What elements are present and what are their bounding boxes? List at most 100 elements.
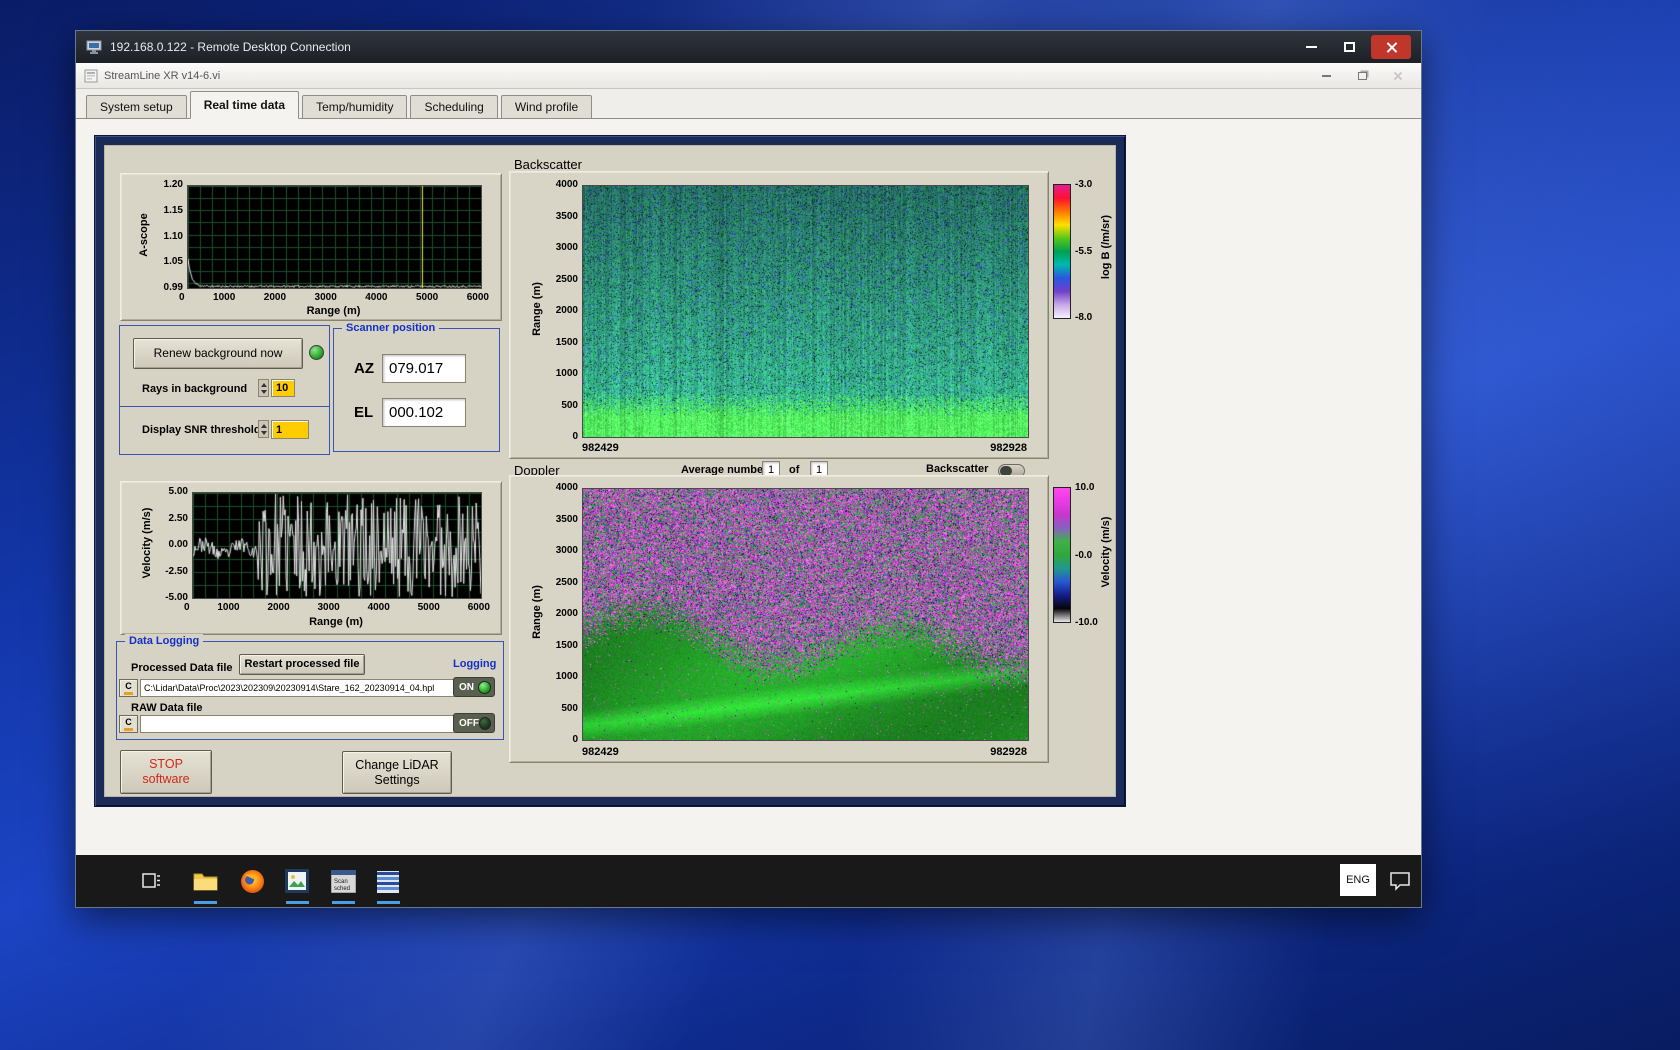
doppler-colorbar-label: Velocity (m/s): [1100, 516, 1112, 588]
backscatter-colorbar: [1053, 184, 1071, 319]
restart-processed-file-button[interactable]: Restart processed file: [239, 654, 365, 675]
doppler-panel: Range (m) 4000 3500 3000 2500 2000 1500 1000 50…: [509, 475, 1049, 763]
tab-wind-profile[interactable]: Wind profile: [500, 95, 593, 118]
tab-temp-humidity[interactable]: Temp/humidity: [302, 95, 408, 118]
doppler-x-ticks: 982429 982928: [582, 746, 1027, 758]
processed-path-field[interactable]: [140, 679, 460, 697]
data-logging-title: Data Logging: [125, 634, 204, 648]
stop-software-button[interactable]: STOP software: [120, 750, 212, 794]
raw-path-browse-button[interactable]: C: [119, 715, 138, 733]
rdp-window: 192.168.0.122 - Remote Desktop Connectio…: [75, 30, 1422, 908]
backscatter-toggle-label: Backscatter: [926, 463, 989, 475]
rdp-titlebar[interactable]: 192.168.0.122 - Remote Desktop Connectio…: [76, 31, 1421, 63]
processed-data-file-label: Processed Data file: [131, 662, 233, 674]
ascope-x-axis-label: Range (m): [306, 305, 361, 317]
notification-button[interactable]: [1388, 870, 1412, 892]
app-minimize-button[interactable]: [1311, 67, 1341, 85]
close-icon: [1385, 41, 1398, 54]
minimize-button[interactable]: [1295, 36, 1327, 58]
doppler-heatmap[interactable]: [582, 488, 1029, 741]
taskbar-active-indicator: [194, 901, 217, 904]
data-viewer-icon: [376, 870, 399, 893]
data-logging-group: Data Logging Processed Data file Restart…: [116, 634, 504, 740]
restore-icon: [1357, 71, 1367, 80]
main-panel: A-scope 1.20 1.15 1.10 1.05 0.99 0 1000 2000 30…: [104, 145, 1116, 797]
processed-path-browse-button[interactable]: C: [119, 679, 138, 697]
folder-icon: [124, 692, 133, 695]
doppler-colorbar: [1053, 487, 1071, 623]
ascope-plot[interactable]: [187, 185, 482, 289]
group-divider: [120, 406, 329, 407]
azimuth-label: AZ: [354, 360, 374, 377]
app-restore-button[interactable]: [1347, 67, 1377, 85]
off-led-icon: [479, 716, 491, 730]
snr-value-field[interactable]: 1: [271, 420, 309, 439]
app-content: A-scope 1.20 1.15 1.10 1.05 0.99 0 1000 2000 30…: [76, 119, 1421, 855]
photos-icon: [285, 869, 309, 893]
backscatter-x-ticks: 982429 982928: [582, 442, 1027, 454]
taskbar-active-indicator: [286, 901, 309, 904]
photos-button[interactable]: [285, 869, 309, 893]
rays-in-background-label: Rays in background: [142, 383, 248, 395]
scan-scheduler-icon: Scansched: [331, 870, 356, 893]
labview-vi-icon: [84, 69, 98, 82]
rays-spinner[interactable]: [258, 379, 269, 397]
taskbar: Scan sched ENG: [76, 855, 1421, 907]
logging-label: Logging: [453, 658, 497, 670]
firefox-button[interactable]: [239, 868, 265, 894]
scan-scheduler-button[interactable]: Scan sched: [331, 870, 356, 893]
velocity-plot[interactable]: [192, 492, 482, 599]
minimize-icon: [1305, 46, 1317, 48]
backscatter-section-title: Backscatter: [514, 157, 582, 172]
velocity-y-ticks: 5.00 2.50 0.00 -2.50 -5.00: [165, 486, 188, 603]
background-status-led: [309, 345, 324, 360]
ascope-y-ticks: 1.20 1.15 1.10 1.05 0.99: [163, 179, 183, 293]
app-close-button[interactable]: [1383, 67, 1413, 85]
main-panel-frame: A-scope 1.20 1.15 1.10 1.05 0.99 0 1000 2000 30…: [94, 135, 1126, 807]
raw-path-field[interactable]: [140, 715, 460, 733]
on-led-icon: [478, 680, 491, 694]
backscatter-heatmap[interactable]: [582, 185, 1029, 438]
azimuth-value: 079.017: [382, 354, 466, 383]
app-window-title: StreamLine XR v14-6.vi: [104, 69, 221, 82]
firefox-icon: [240, 869, 264, 893]
task-view-icon: [142, 873, 160, 888]
rdp-window-title: 192.168.0.122 - Remote Desktop Connectio…: [110, 40, 351, 54]
velocity-x-ticks: 0 1000 2000 3000 4000 5000 6000: [184, 602, 490, 613]
raw-logging-toggle[interactable]: OFF: [453, 713, 495, 733]
data-viewer-button[interactable]: [376, 870, 399, 893]
renew-background-button[interactable]: Renew background now: [133, 338, 303, 369]
file-explorer-button[interactable]: [192, 870, 218, 892]
rays-value-field[interactable]: 10: [271, 379, 295, 397]
processed-logging-toggle[interactable]: ON: [453, 677, 495, 697]
folder-icon: [193, 873, 217, 891]
svg-text:sched: sched: [334, 886, 350, 892]
ascope-x-ticks: 0 1000 2000 3000 4000 5000 6000: [179, 292, 489, 303]
tab-scheduling[interactable]: Scheduling: [410, 95, 498, 118]
task-view-button[interactable]: [139, 869, 163, 893]
tab-real-time-data[interactable]: Real time data: [189, 91, 300, 119]
remote-desktop-session: StreamLine XR v14-6.vi System setup Real…: [76, 63, 1421, 907]
elevation-value: 000.102: [382, 398, 466, 427]
tab-system-setup[interactable]: System setup: [86, 95, 187, 118]
snr-spinner[interactable]: [258, 420, 269, 438]
ascope-plot-panel: A-scope 1.20 1.15 1.10 1.05 0.99 0 1000 2000 30…: [120, 173, 502, 321]
remote-desktop-icon: [86, 40, 102, 54]
backscatter-colorbar-label: log B (/m/sr): [1100, 214, 1112, 280]
language-indicator[interactable]: ENG: [1340, 864, 1376, 896]
taskbar-active-indicator: [332, 901, 355, 904]
close-button[interactable]: [1371, 35, 1411, 59]
elevation-label: EL: [354, 404, 374, 421]
change-lidar-settings-button[interactable]: Change LiDAR Settings: [342, 751, 452, 794]
svg-text:Scan: Scan: [334, 879, 348, 885]
tab-strip: System setup Real time data Temp/humidit…: [76, 89, 1421, 119]
rdp-window-buttons: [1295, 35, 1411, 59]
raw-data-file-label: RAW Data file: [131, 702, 203, 714]
background-controls-group: Renew background now Rays in background …: [119, 325, 330, 455]
app-titlebar[interactable]: StreamLine XR v14-6.vi: [76, 63, 1421, 89]
desktop-background: 192.168.0.122 - Remote Desktop Connectio…: [0, 0, 1680, 1050]
maximize-button[interactable]: [1333, 36, 1365, 58]
close-icon: [1393, 71, 1403, 81]
doppler-y-ticks: 4000 3500 3000 2500 2000 1500 1000 500 0: [555, 482, 578, 745]
scanner-position-title: Scanner position: [342, 321, 440, 335]
